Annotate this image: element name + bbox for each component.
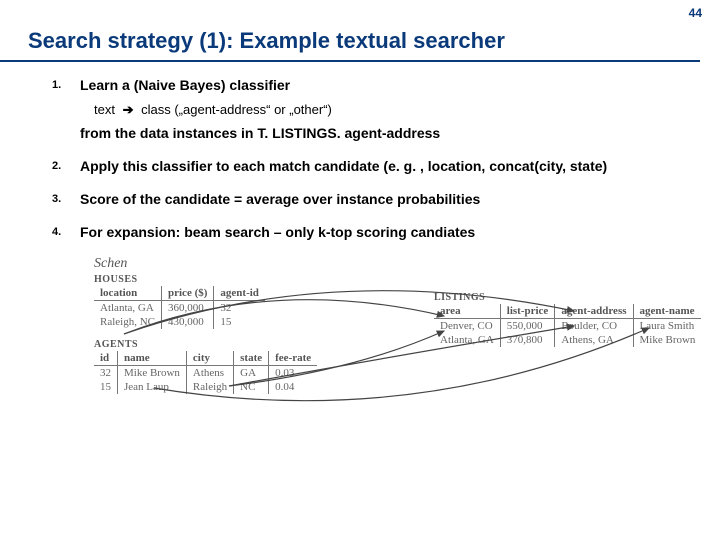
item-1-sub: text ➔ class („agent-address“ or „other“…: [94, 101, 680, 119]
page-number: 44: [689, 6, 702, 20]
col-header: name: [118, 351, 187, 366]
schema-label: Schen: [94, 256, 317, 272]
sub-post: class („agent-address“ or „other“): [141, 102, 332, 117]
table-header-row: id name city state fee-rate: [94, 351, 317, 366]
table-row: Atlanta, GA 360,000 32: [94, 301, 265, 316]
item-4-lead: For expansion: beam search – only k-top …: [80, 224, 475, 240]
list-item-3: Score of the candidate = average over in…: [80, 190, 680, 209]
schema-figure: Schen HOUSES location price ($) agent-id…: [94, 256, 670, 436]
col-header: location: [94, 286, 162, 301]
col-header: state: [234, 351, 269, 366]
col-header: price ($): [162, 286, 214, 301]
table-row: Raleigh, NC 430,000 15: [94, 315, 265, 329]
agents-table: id name city state fee-rate 32 Mike Brow…: [94, 351, 317, 394]
houses-table: location price ($) agent-id Atlanta, GA …: [94, 286, 265, 329]
houses-caption: HOUSES: [94, 274, 317, 285]
agents-caption: AGENTS: [94, 339, 317, 350]
col-header: id: [94, 351, 118, 366]
table-row: 32 Mike Brown Athens GA 0.03: [94, 366, 317, 381]
table-header-row: area list-price agent-address agent-name: [434, 304, 701, 319]
arrow-right-icon: ➔: [119, 102, 138, 117]
list-item-4: For expansion: beam search – only k-top …: [80, 223, 680, 242]
col-header: agent-id: [214, 286, 265, 301]
table-header-row: location price ($) agent-id: [94, 286, 265, 301]
right-schema-column: LISTINGS area list-price agent-address a…: [434, 292, 701, 347]
item-1-from: from the data instances in T. LISTINGS. …: [80, 124, 680, 143]
col-header: area: [434, 304, 500, 319]
col-header: fee-rate: [269, 351, 318, 366]
item-2-lead: Apply this classifier to each match cand…: [80, 158, 607, 174]
listings-caption: LISTINGS: [434, 292, 701, 303]
left-schema-column: Schen HOUSES location price ($) agent-id…: [94, 256, 317, 394]
item-1-lead: Learn a (Naive Bayes) classifier: [80, 77, 290, 93]
listings-table: area list-price agent-address agent-name…: [434, 304, 701, 347]
agents-block: AGENTS id name city state fee-rate 32 Mi…: [94, 339, 317, 394]
list-item-1: Learn a (Naive Bayes) classifier text ➔ …: [80, 76, 680, 143]
table-row: Denver, CO 550,000 Boulder, CO Laura Smi…: [434, 319, 701, 334]
item-3-lead: Score of the candidate = average over in…: [80, 191, 480, 207]
list-item-2: Apply this classifier to each match cand…: [80, 157, 680, 176]
table-row: 15 Jean Laup Raleigh NC 0.04: [94, 380, 317, 394]
ordered-list: Learn a (Naive Bayes) classifier text ➔ …: [80, 76, 680, 242]
sub-pre: text: [94, 102, 115, 117]
col-header: list-price: [500, 304, 555, 319]
col-header: agent-address: [555, 304, 633, 319]
col-header: agent-name: [633, 304, 701, 319]
col-header: city: [186, 351, 233, 366]
slide-title: Search strategy (1): Example textual sea…: [0, 0, 700, 62]
table-row: Atlanta, GA 370,800 Athens, GA Mike Brow…: [434, 333, 701, 347]
content-area: Learn a (Naive Bayes) classifier text ➔ …: [0, 68, 720, 436]
